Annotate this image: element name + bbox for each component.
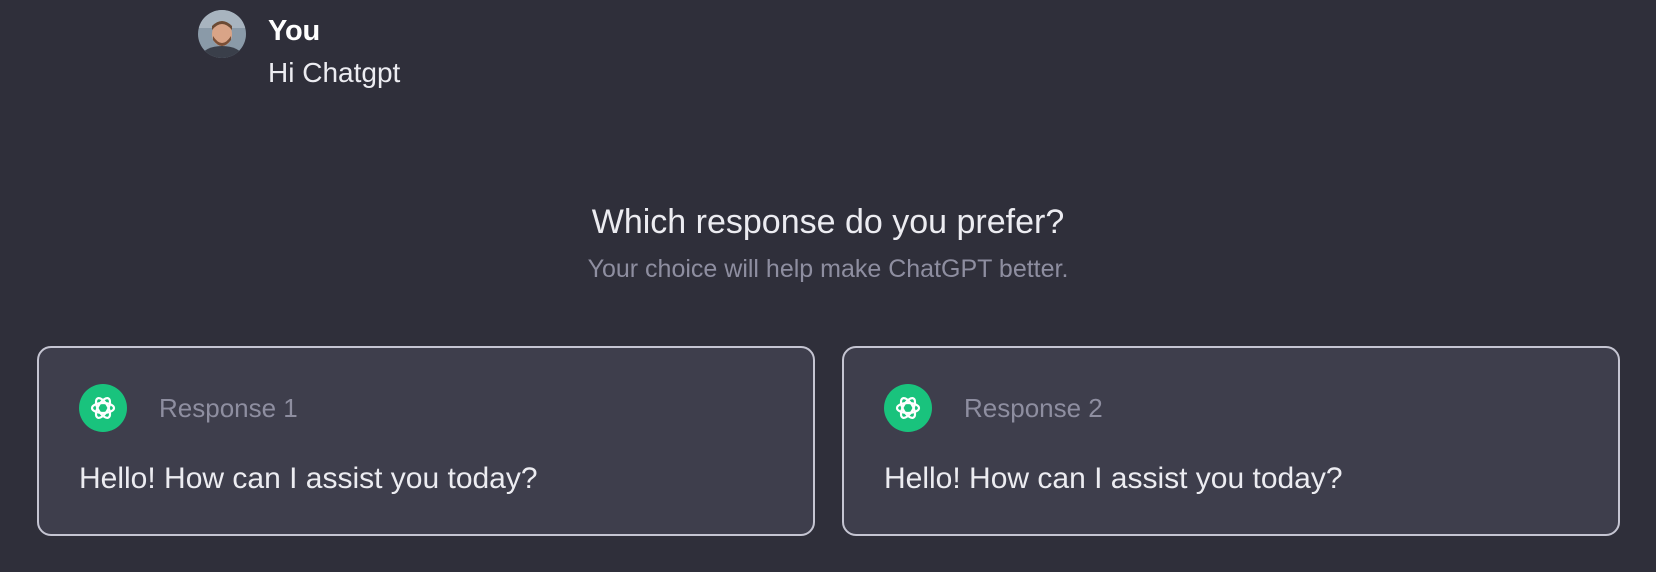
response-text: Hello! How can I assist you today? [79, 462, 538, 495]
preference-prompt: Which response do you prefer? Your choic… [0, 200, 1656, 286]
response-card-2[interactable]: Response 2 Hello! How can I assist you t… [842, 346, 1620, 536]
response-label: Response 1 [159, 392, 298, 423]
openai-logo-icon [79, 384, 127, 432]
user-name: You [268, 15, 321, 47]
openai-logo-icon [884, 384, 932, 432]
chat-page: You Hi Chatgpt Which response do you pre… [0, 0, 1656, 572]
user-message: You Hi Chatgpt [198, 10, 400, 91]
response-text: Hello! How can I assist you today? [884, 462, 1343, 495]
response-label: Response 2 [964, 392, 1103, 423]
user-avatar [198, 10, 246, 58]
response-card-1[interactable]: Response 1 Hello! How can I assist you t… [37, 346, 815, 536]
user-message-text: Hi Chatgpt [268, 57, 401, 88]
prompt-subtitle: Your choice will help make ChatGPT bette… [587, 255, 1069, 283]
prompt-title: Which response do you prefer? [591, 203, 1065, 241]
